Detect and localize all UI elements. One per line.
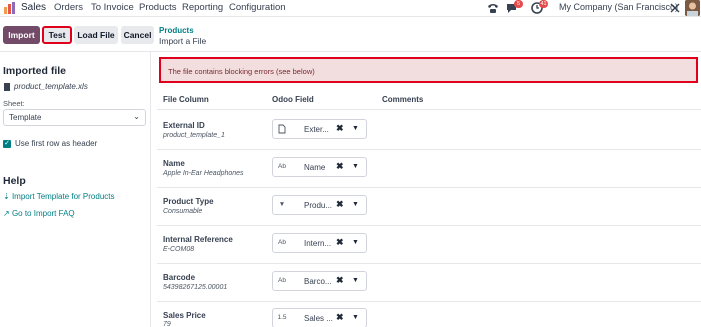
divider xyxy=(157,225,701,226)
mapped-field: Barco... xyxy=(304,277,332,286)
caret-down-icon[interactable]: ▼ xyxy=(352,239,359,246)
caret-down-icon[interactable]: ▼ xyxy=(352,201,359,208)
header-comments: Comments xyxy=(382,95,424,104)
divider xyxy=(157,149,701,150)
text-icon: Ab xyxy=(278,239,286,246)
text-icon: Ab xyxy=(278,163,286,170)
field-mapper[interactable]: ▼ Produ... ✖ ▼ xyxy=(272,195,367,215)
help-title: Help xyxy=(3,175,26,187)
breadcrumb-products[interactable]: Products xyxy=(159,26,194,35)
error-banner: The file contains blocking errors (see b… xyxy=(159,57,698,83)
divider xyxy=(157,187,701,188)
clear-icon[interactable]: ✖ xyxy=(336,312,344,323)
field-mapper[interactable]: Ab Barco... ✖ ▼ xyxy=(272,271,367,291)
divider xyxy=(157,263,701,264)
header-checkbox[interactable]: ✓ xyxy=(3,140,11,148)
field-mapper[interactable]: Ab Name ✖ ▼ xyxy=(272,157,367,177)
column-name: Name xyxy=(163,159,185,168)
chevron-down-icon: ⌄ xyxy=(133,112,140,121)
cancel-button[interactable]: Cancel xyxy=(121,26,154,44)
tools-icon[interactable] xyxy=(668,1,682,15)
file-name: product_template.xls xyxy=(14,82,88,91)
column-sample: 79 xyxy=(163,321,171,327)
text-icon: Ab xyxy=(278,277,286,284)
import-template-link[interactable]: ⇣ Import Template for Products xyxy=(3,192,115,201)
top-navbar: Sales Orders To Invoice Products Reporti… xyxy=(0,0,701,17)
company-switcher[interactable]: My Company (San Francisco) xyxy=(559,2,678,12)
mapped-field: Sales ... xyxy=(304,314,333,323)
import-button[interactable]: Import xyxy=(3,26,40,44)
column-sample: Apple In-Ear Headphones xyxy=(163,170,244,177)
header-file-column: File Column xyxy=(163,95,209,104)
clear-icon[interactable]: ✖ xyxy=(336,237,344,248)
apps-logo-icon[interactable] xyxy=(3,1,17,15)
import-faq-link[interactable]: ↗ Go to Import FAQ xyxy=(3,209,75,218)
phone-icon[interactable] xyxy=(486,1,500,15)
import-sidebar: Imported file product_template.xls Sheet… xyxy=(0,52,151,327)
menu-products[interactable]: Products xyxy=(139,2,177,13)
column-name: Barcode xyxy=(163,273,196,282)
header-odoo-field: Odoo Field xyxy=(272,95,314,104)
sheet-label: Sheet: xyxy=(3,99,25,108)
imported-file-title: Imported file xyxy=(3,65,67,77)
column-name: Sales Price xyxy=(163,311,206,320)
clear-icon[interactable]: ✖ xyxy=(336,161,344,172)
caret-down-icon[interactable]: ▼ xyxy=(352,125,359,132)
clear-icon[interactable]: ✖ xyxy=(336,123,344,134)
column-sample: Consumable xyxy=(163,208,203,215)
column-name: Internal Reference xyxy=(163,235,233,244)
mapped-field: Intern... xyxy=(304,239,332,248)
activities-button[interactable]: 41 xyxy=(531,0,548,15)
file-icon xyxy=(4,83,10,91)
caret-down-icon[interactable]: ▼ xyxy=(352,314,359,321)
sheet-value: Template xyxy=(9,113,42,122)
selection-icon: ▼ xyxy=(278,201,286,208)
menu-configuration[interactable]: Configuration xyxy=(229,2,286,13)
activities-badge: 41 xyxy=(539,0,548,8)
messages-badge: 5 xyxy=(514,0,523,8)
sheet-select[interactable]: Template ⌄ xyxy=(3,109,146,126)
divider xyxy=(157,301,701,302)
menu-reporting[interactable]: Reporting xyxy=(182,2,223,13)
external-link-icon: ↗ xyxy=(3,209,10,218)
chat-button[interactable]: 5 xyxy=(506,0,523,15)
menu-to-invoice[interactable]: To Invoice xyxy=(91,2,134,13)
caret-down-icon[interactable]: ▼ xyxy=(352,163,359,170)
field-mapper[interactable]: 1.5 Sales ... ✖ ▼ xyxy=(272,308,367,327)
load-file-button[interactable]: Load File xyxy=(74,26,118,44)
divider xyxy=(157,109,701,110)
avatar[interactable] xyxy=(685,0,700,16)
app-name[interactable]: Sales xyxy=(21,2,46,13)
mapped-field: Exter... xyxy=(304,125,329,134)
field-mapper[interactable]: Ab Intern... ✖ ▼ xyxy=(272,233,367,253)
float-icon: 1.5 xyxy=(277,314,287,321)
test-button[interactable]: Test xyxy=(42,26,72,44)
caret-down-icon[interactable]: ▼ xyxy=(352,277,359,284)
column-sample: 54398267125.00001 xyxy=(163,284,228,291)
breadcrumb-current: Import a File xyxy=(159,36,207,46)
column-sample: E-COM08 xyxy=(163,246,195,253)
column-sample: product_template_1 xyxy=(163,132,225,139)
menu-orders[interactable]: Orders xyxy=(54,2,83,13)
mapped-field: Produ... xyxy=(304,201,333,210)
file-icon xyxy=(278,124,286,134)
download-icon: ⇣ xyxy=(3,192,10,201)
column-name: Product Type xyxy=(163,197,214,206)
column-name: External ID xyxy=(163,121,205,130)
mapped-field: Name xyxy=(304,163,326,172)
field-mapper[interactable]: Exter... ✖ ▼ xyxy=(272,119,367,139)
header-checkbox-label: Use first row as header xyxy=(15,139,98,148)
clear-icon[interactable]: ✖ xyxy=(336,275,344,286)
clear-icon[interactable]: ✖ xyxy=(336,199,344,210)
